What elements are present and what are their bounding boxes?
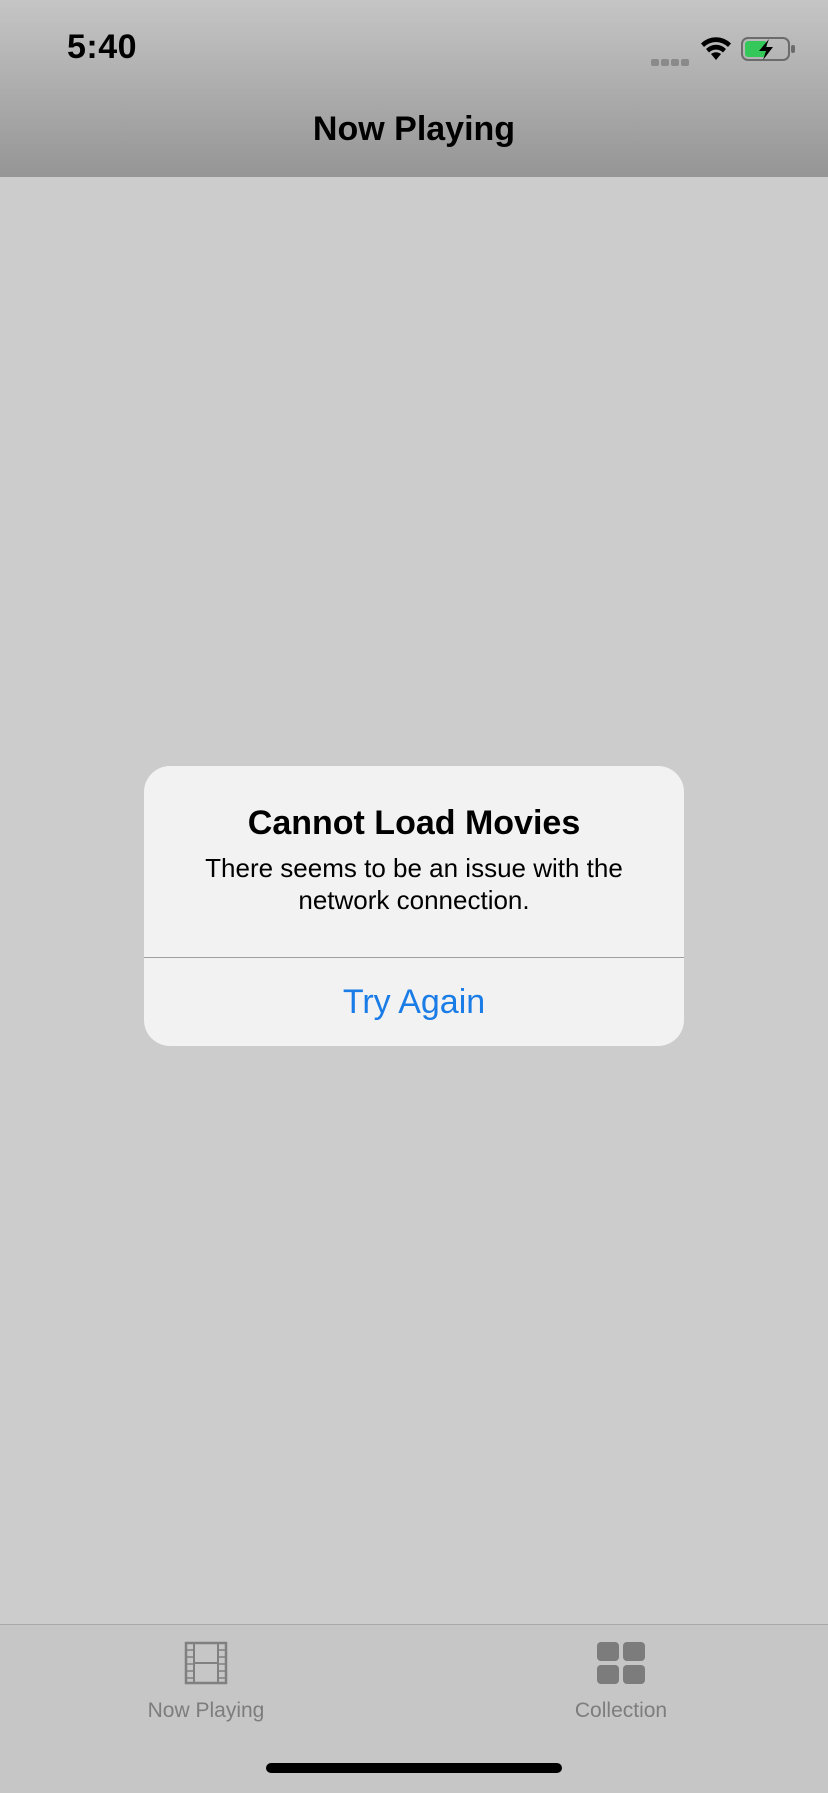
tab-label: Collection [574,1699,668,1722]
header: 5:40 Now Playing [0,0,828,177]
grid-icon [597,1642,645,1684]
home-indicator [266,1763,562,1773]
film-strip-icon [184,1641,228,1685]
alert-message: There seems to be an issue with the netw… [205,853,623,915]
alert-title: Cannot Load Movies [247,804,581,842]
battery-charging-icon [741,37,795,61]
tab-label: Now Playing [147,1699,265,1722]
tab-collection[interactable]: Collection [521,1641,721,1723]
page-title: Now Playing [312,110,516,148]
cellular-signal-icon [651,53,691,66]
try-again-button[interactable]: Try Again [144,958,684,1046]
tab-now-playing[interactable]: Now Playing [106,1641,306,1723]
wifi-icon [701,37,731,60]
alert-dialog: Cannot Load Movies There seems to be an … [144,766,684,1046]
status-time: 5:40 [67,28,138,66]
